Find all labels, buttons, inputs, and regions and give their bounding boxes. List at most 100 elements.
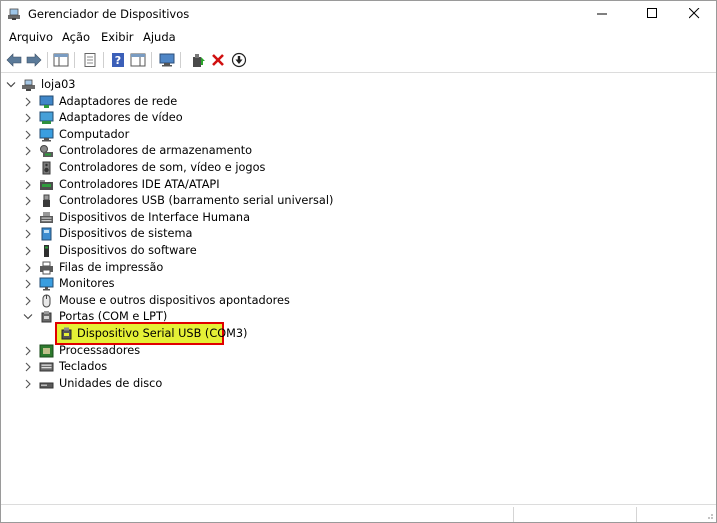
menu-bar: Arquivo Ação Exibir Ajuda (1, 28, 716, 46)
uninstall-device-button[interactable] (209, 51, 227, 69)
help-button[interactable]: ? (109, 51, 127, 69)
menu-acao[interactable]: Ação (62, 30, 90, 44)
chevron-right-icon[interactable] (22, 161, 34, 175)
tree-item-label: Monitores (59, 277, 115, 291)
human-interface-device-icon (40, 211, 53, 223)
show-hide-console-tree-button[interactable] (52, 51, 70, 69)
tree-item-dispositivos-de-interface-humana[interactable]: Dispositivos de Interface Humana (1, 210, 601, 226)
tree-item-label: Processadores (59, 343, 141, 357)
tree-item-adaptadores-de-video[interactable]: Adaptadores de vídeo (1, 110, 601, 126)
action-pane-button[interactable] (129, 51, 147, 69)
computer-root-icon (22, 79, 35, 91)
status-bar-divider (636, 507, 637, 522)
show-hide-console-tree-icon (53, 53, 69, 67)
back-button[interactable] (5, 51, 23, 69)
close-icon (688, 8, 699, 19)
properties-button[interactable] (81, 51, 99, 69)
chevron-right-icon[interactable] (22, 244, 34, 258)
tree-root-row[interactable]: loja03 (1, 77, 601, 93)
chevron-right-icon[interactable] (22, 277, 34, 291)
chevron-right-icon[interactable] (22, 194, 34, 208)
disable-device-button[interactable] (230, 51, 248, 69)
tree-item-label: Adaptadores de rede (59, 94, 178, 108)
title-bar: Gerenciador de Dispositivos (1, 1, 716, 26)
tree-item-controladores-ide[interactable]: Controladores IDE ATA/ATAPI (1, 177, 601, 193)
help-icon: ? (112, 53, 124, 67)
status-bar-divider (513, 507, 514, 522)
serial-port-device-icon (61, 327, 72, 340)
speaker-icon (42, 161, 51, 175)
chevron-down-icon[interactable] (5, 78, 17, 92)
system-device-icon (41, 227, 52, 241)
minimize-icon (596, 13, 607, 15)
scan-hardware-button[interactable] (158, 51, 176, 69)
toolbar-separator (47, 52, 48, 68)
chevron-right-icon[interactable] (22, 227, 34, 241)
chevron-right-icon[interactable] (22, 128, 34, 142)
tree-item-label: Filas de impressão (59, 260, 164, 274)
menu-exibir[interactable]: Exibir (101, 30, 134, 44)
tree-root-label: loja03 (41, 78, 76, 91)
tree-item-label: Controladores IDE ATA/ATAPI (59, 177, 220, 191)
forward-icon (26, 53, 42, 67)
tree-item-label: Unidades de disco (59, 376, 163, 390)
tree-item-teclados[interactable]: Teclados (1, 359, 601, 375)
close-button[interactable] (671, 1, 717, 26)
tree-item-dispositivos-de-sistema[interactable]: Dispositivos de sistema (1, 226, 601, 242)
chevron-down-icon[interactable] (22, 310, 34, 324)
mouse-icon (42, 294, 51, 308)
maximize-button[interactable] (629, 1, 675, 26)
tree-item-unidades-de-disco[interactable]: Unidades de disco (1, 376, 601, 392)
back-icon (6, 53, 22, 67)
scan-hardware-icon (159, 53, 175, 67)
chevron-right-icon[interactable] (22, 294, 34, 308)
tree-item-mouse[interactable]: Mouse e outros dispositivos apontadores (1, 293, 601, 309)
tree-item-adaptadores-de-rede[interactable]: Adaptadores de rede (1, 94, 601, 110)
tree-item-controladores-usb[interactable]: Controladores USB (barramento serial uni… (1, 193, 601, 209)
chevron-right-icon[interactable] (22, 344, 34, 358)
device-manager-window: Gerenciador de Dispositivos Arquivo Ação… (0, 0, 717, 523)
tree-item-computador[interactable]: Computador (1, 127, 601, 143)
tree-item-filas-de-impressao[interactable]: Filas de impressão (1, 260, 601, 276)
update-driver-icon (193, 54, 205, 67)
tree-item-controladores-de-armazenamento[interactable]: Controladores de armazenamento (1, 143, 601, 159)
software-device-icon (44, 245, 49, 257)
tree-item-label: Controladores USB (barramento serial uni… (59, 194, 334, 208)
tree-item-controladores-de-som[interactable]: Controladores de som, vídeo e jogos (1, 160, 601, 176)
monitor-icon (39, 277, 54, 291)
disk-drive-icon (39, 382, 54, 389)
tree-item-label: Mouse e outros dispositivos apontadores (59, 293, 290, 307)
svg-text:?: ? (115, 54, 121, 67)
selected-device-highlight[interactable]: Dispositivo Serial USB (COM3) (55, 322, 247, 345)
toolbar-separator (151, 52, 152, 68)
tree-item-label: Dispositivos de Interface Humana (59, 210, 251, 224)
keyboard-icon (39, 362, 54, 372)
port-icon (41, 311, 52, 323)
chevron-right-icon[interactable] (22, 377, 34, 391)
menu-arquivo[interactable]: Arquivo (9, 30, 53, 44)
forward-button[interactable] (25, 51, 43, 69)
toolbar-separator (103, 52, 104, 68)
menu-ajuda[interactable]: Ajuda (143, 30, 176, 44)
chevron-right-icon[interactable] (22, 211, 34, 225)
tree-item-processadores[interactable]: Processadores (1, 343, 601, 359)
chevron-right-icon[interactable] (22, 144, 34, 158)
resize-grip-icon[interactable] (704, 510, 714, 520)
update-driver-button[interactable] (189, 51, 207, 69)
tree-item-label: Dispositivos de sistema (59, 227, 193, 241)
storage-controller-icon (40, 145, 53, 158)
tree-item-dispositivos-do-software[interactable]: Dispositivos do software (1, 243, 601, 259)
uninstall-icon (212, 54, 224, 66)
tree-item-monitores[interactable]: Monitores (1, 276, 601, 292)
chevron-right-icon[interactable] (22, 360, 34, 374)
toolbar-separator (180, 52, 181, 68)
ide-controller-icon (40, 179, 53, 190)
chevron-right-icon[interactable] (22, 111, 34, 125)
maximize-icon (646, 8, 657, 18)
chevron-right-icon[interactable] (22, 178, 34, 192)
chevron-right-icon[interactable] (22, 261, 34, 275)
minimize-button[interactable] (579, 1, 625, 26)
toolbar: ? (1, 48, 716, 73)
chevron-right-icon[interactable] (22, 95, 34, 109)
tree-item-label: Adaptadores de vídeo (59, 111, 183, 125)
